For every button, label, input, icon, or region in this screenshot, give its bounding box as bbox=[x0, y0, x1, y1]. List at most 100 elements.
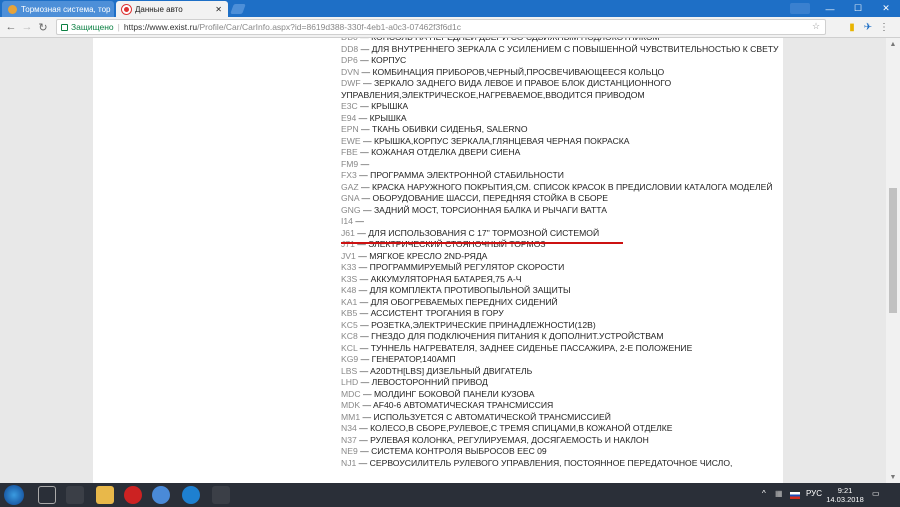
option-description: ЭЛЕКТРИЧЕСКИЙ СТОЯНОЧНЫЙ ТОРМОЗ bbox=[368, 239, 546, 249]
option-code: J71 bbox=[341, 239, 355, 249]
close-window-icon[interactable]: ✕ bbox=[872, 0, 900, 17]
option-code: JV1 bbox=[341, 250, 356, 261]
bookmark-star-icon[interactable]: ☆ bbox=[812, 21, 820, 32]
option-code: GAZ bbox=[341, 181, 359, 192]
option-row: FBE — КОЖАНАЯ ОТДЕЛКА ДВЕРИ СИЕНА bbox=[341, 147, 781, 159]
chrome-icon[interactable] bbox=[152, 486, 170, 504]
option-separator: — bbox=[356, 170, 371, 180]
option-code: E94 bbox=[341, 112, 357, 123]
option-row: J61 — ДЛЯ ИСПОЛЬЗОВАНИЯ С 17" ТОРМОЗНОЙ … bbox=[341, 228, 781, 240]
option-separator: — bbox=[357, 55, 372, 65]
option-row: MM1 — ИСПОЛЬЗУЕТСЯ С АВТОМАТИЧЕСКОЙ ТРАН… bbox=[341, 412, 781, 424]
tray-up-icon[interactable]: ^ bbox=[762, 489, 766, 498]
option-row: MDK — AF40-6 АВТОМАТИЧЕСКАЯ ТРАНСМИССИЯ bbox=[341, 400, 781, 412]
options-list: DB0 — КОНСОЛЬ НА ПЕРЕДНЕЙ ДВЕРИ СО СДВИЖ… bbox=[341, 38, 781, 469]
scroll-thumb[interactable] bbox=[889, 188, 897, 313]
option-description: КРАСКА НАРУЖНОГО ПОКРЫТИЯ,СМ. СПИСОК КРА… bbox=[372, 181, 773, 192]
address-bar[interactable]: Защищено | https://www.exist.ru /Profile… bbox=[56, 19, 826, 35]
tab-title: Данные авто bbox=[135, 4, 183, 14]
flag-icon bbox=[790, 492, 800, 499]
teamviewer-icon[interactable] bbox=[182, 486, 200, 504]
menu-icon[interactable]: ⋮ bbox=[878, 21, 890, 33]
option-row: E94 — КРЫШКА bbox=[341, 113, 781, 125]
clock-date: 14.03.2018 bbox=[826, 495, 864, 504]
new-tab-button[interactable] bbox=[230, 4, 246, 14]
tab-brake-system[interactable]: Тормозная система, тор ✕ bbox=[2, 1, 114, 17]
option-separator: — bbox=[360, 411, 374, 422]
task-view-icon[interactable] bbox=[38, 486, 56, 504]
minimize-icon[interactable]: — bbox=[816, 0, 844, 17]
option-code: LBS bbox=[341, 365, 358, 376]
tab-close-icon[interactable]: ✕ bbox=[110, 5, 114, 14]
option-description: ТКАНЬ ОБИВКИ СИДЕНЬЯ, SALERNO bbox=[372, 124, 528, 134]
option-description: КРЫШКА bbox=[369, 112, 407, 123]
option-separator: — bbox=[356, 112, 370, 123]
taskbar-app-icon[interactable] bbox=[212, 486, 230, 504]
option-description: КОЛЕСО,В СБОРЕ,РУЛЕВОЕ,С ТРЕМЯ СПИЦАМИ,В… bbox=[370, 423, 673, 433]
notifications-icon[interactable]: ▭ bbox=[872, 489, 880, 498]
opera-icon[interactable] bbox=[124, 486, 142, 504]
option-separator: — bbox=[357, 296, 371, 307]
option-code: J61 bbox=[341, 227, 355, 238]
option-separator: — bbox=[356, 285, 370, 295]
scroll-down-icon[interactable]: ▼ bbox=[886, 471, 900, 483]
reload-icon[interactable]: ↻ bbox=[36, 20, 50, 34]
tab-close-icon[interactable]: ✕ bbox=[211, 5, 222, 14]
option-code: KC8 bbox=[341, 331, 358, 341]
language-indicator[interactable]: РУС bbox=[806, 489, 822, 498]
folder-icon[interactable] bbox=[96, 486, 114, 504]
tab-title: Тормозная система, тор bbox=[21, 4, 111, 14]
option-description: ПРОГРАММА ЭЛЕКТРОННОЙ СТАБИЛЬНОСТИ bbox=[370, 170, 564, 180]
taskbar-app-icon[interactable] bbox=[66, 486, 84, 504]
tab-strip: Тормозная система, тор ✕ Данные авто ✕ —… bbox=[0, 0, 900, 17]
address-separator: | bbox=[117, 22, 120, 32]
option-separator: — bbox=[357, 342, 371, 353]
option-row: MDC — МОЛДИНГ БОКОВОЙ ПАНЕЛИ КУЗОВА bbox=[341, 389, 781, 401]
option-row: KB5 — АССИСТЕНТ ТРОГАНИЯ В ГОРУ bbox=[341, 308, 781, 320]
option-code: K33 bbox=[341, 262, 357, 272]
profile-button[interactable] bbox=[790, 3, 810, 14]
option-description: ГЕНЕРАТОР,140АМП bbox=[371, 354, 456, 364]
option-separator: — bbox=[357, 331, 372, 341]
lock-icon bbox=[61, 23, 68, 31]
start-button[interactable] bbox=[4, 485, 24, 505]
option-separator: — bbox=[360, 204, 374, 215]
tab-car-data[interactable]: Данные авто ✕ bbox=[116, 1, 228, 17]
option-separator: — bbox=[357, 446, 372, 456]
network-icon[interactable]: ▦ bbox=[775, 489, 783, 498]
option-row: FM9 — bbox=[341, 159, 781, 171]
option-separator: — bbox=[356, 434, 371, 445]
forward-icon[interactable]: → bbox=[20, 20, 34, 34]
option-description: ЗЕРКАЛО ЗАДНЕГО ВИДА ЛЕВОЕ И ПРАВОЕ БЛОК… bbox=[341, 78, 672, 100]
option-separator: — bbox=[359, 193, 373, 203]
option-separator: — bbox=[358, 181, 373, 192]
option-separator: — bbox=[357, 319, 372, 330]
maximize-icon[interactable]: ☐ bbox=[844, 0, 872, 17]
option-separator: — bbox=[360, 135, 374, 146]
option-code: DB0 bbox=[341, 38, 358, 42]
back-icon[interactable]: ← bbox=[4, 20, 18, 34]
option-description: МОЛДИНГ БОКОВОЙ ПАНЕЛИ КУЗОВА bbox=[373, 388, 535, 399]
option-row: LHD — ЛЕВОСТОРОННИЙ ПРИВОД bbox=[341, 377, 781, 389]
option-separator: — bbox=[360, 388, 374, 399]
extension-icon[interactable]: ▮ bbox=[846, 21, 858, 33]
option-description: ИСПОЛЬЗУЕТСЯ С АВТОМАТИЧЕСКОЙ ТРАНСМИССИ… bbox=[373, 411, 611, 422]
option-separator: — bbox=[356, 262, 370, 272]
option-description: АССИСТЕНТ ТРОГАНИЯ В ГОРУ bbox=[370, 308, 504, 318]
option-description: ДЛЯ ОБОГРЕВАЕМЫХ ПЕРЕДНИХ СИДЕНИЙ bbox=[370, 296, 558, 307]
option-code: KB5 bbox=[341, 308, 358, 318]
extension-icon[interactable]: ✈ bbox=[862, 21, 874, 33]
option-row: KC8 — ГНЕЗДО ДЛЯ ПОДКЛЮЧЕНИЯ ПИТАНИЯ К Д… bbox=[341, 331, 781, 343]
option-separator: — bbox=[354, 239, 369, 249]
option-code: KG9 bbox=[341, 354, 359, 364]
option-description: КОЖАНАЯ ОТДЕЛКА ДВЕРИ СИЕНА bbox=[371, 147, 521, 157]
secure-label: Защищено bbox=[71, 22, 114, 32]
option-description: АККУМУЛЯТОРНАЯ БАТАРЕЯ,75 А-Ч bbox=[370, 273, 522, 284]
option-description: КОМБИНАЦИЯ ПРИБОРОВ,ЧЕРНЫЙ,ПРОСВЕЧИВАЮЩЕ… bbox=[372, 66, 665, 77]
scroll-up-icon[interactable]: ▲ bbox=[886, 38, 900, 50]
taskbar: ^ ▦ РУС 9:21 14.03.2018 ▭ bbox=[0, 483, 900, 507]
option-separator: — bbox=[358, 158, 370, 169]
option-separator: — bbox=[357, 147, 372, 157]
clock[interactable]: 9:21 14.03.2018 bbox=[825, 486, 865, 504]
vertical-scrollbar[interactable]: ▲ ▼ bbox=[886, 38, 900, 483]
